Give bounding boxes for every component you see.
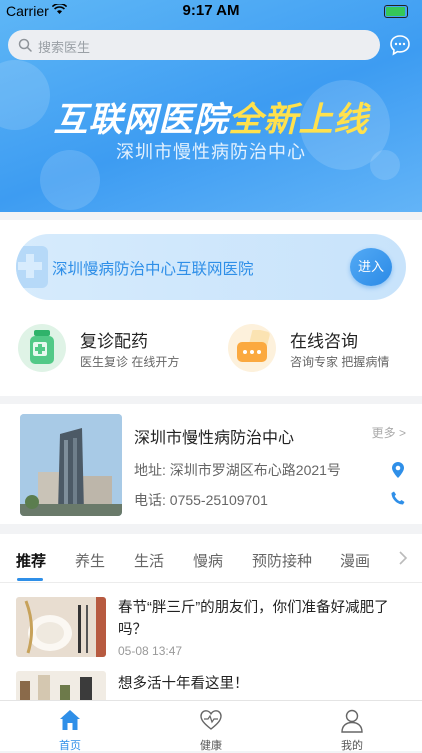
service-desc: 咨询专家 把握病情 bbox=[290, 355, 390, 369]
hero-title: 互联网医院全新上线 bbox=[0, 92, 422, 141]
center-address: 地址: 深圳市罗湖区布心路2021号 bbox=[134, 462, 341, 478]
home-icon bbox=[60, 710, 80, 730]
service-title: 在线咨询 bbox=[290, 332, 358, 351]
article-date: 05-08 13:47 bbox=[118, 644, 183, 658]
article-title: 春节“胖三斤”的朋友们，你们准备好减肥了吗？ bbox=[118, 600, 389, 638]
service-desc: 医生复诊 在线开方 bbox=[80, 355, 180, 369]
tab-life[interactable]: 生活 bbox=[134, 550, 164, 571]
tab-recommend[interactable]: 推荐 bbox=[16, 550, 46, 571]
search-placeholder: 搜索医生 bbox=[38, 40, 91, 55]
status-time: 9:17 AM bbox=[182, 2, 240, 19]
status-bar: Carrier 9:17 AM bbox=[0, 0, 422, 22]
tab-comics[interactable]: 漫画 bbox=[340, 550, 370, 571]
battery-icon bbox=[384, 5, 408, 18]
banner-text: 深圳慢病防治中心互联网医院 bbox=[52, 261, 254, 278]
enter-button[interactable]: 进入 bbox=[350, 248, 392, 286]
tabbar-home[interactable]: 首页 bbox=[0, 701, 140, 752]
hospital-entry-banner[interactable]: 深圳慢病防治中心互联网医院 进入 bbox=[16, 234, 406, 300]
center-building-photo bbox=[20, 414, 122, 516]
hero-title-part2: 全新上线 bbox=[228, 101, 369, 139]
tab-chronic-disease[interactable]: 慢病 bbox=[193, 550, 223, 571]
active-tab-indicator bbox=[17, 578, 43, 581]
user-icon bbox=[341, 709, 363, 733]
service-title: 复诊配药 bbox=[80, 332, 148, 351]
service-card: 深圳慢病防治中心互联网医院 进入 复诊配药 医生复诊 在线开方 在线咨询 咨询专… bbox=[0, 220, 422, 396]
search-icon bbox=[18, 38, 32, 52]
category-tabs: 推荐 养生 生活 慢病 预防接种 漫画 bbox=[0, 534, 422, 583]
tab-health-preservation[interactable]: 养生 bbox=[75, 550, 105, 571]
tabbar-health[interactable]: 健康 bbox=[141, 701, 281, 752]
center-name: 深圳市慢性病防治中心 bbox=[134, 430, 295, 447]
medicine-bottle-icon bbox=[18, 324, 66, 372]
phone-icon[interactable] bbox=[391, 491, 405, 505]
message-icon[interactable] bbox=[389, 34, 411, 56]
tab-vaccination[interactable]: 预防接种 bbox=[252, 550, 312, 571]
chevron-right-icon[interactable] bbox=[398, 551, 408, 565]
article-thumbnail bbox=[16, 671, 106, 703]
consult-chat-icon bbox=[228, 324, 276, 372]
hero-title-part1: 互联网医院 bbox=[53, 101, 229, 139]
tabbar-label: 健康 bbox=[200, 740, 222, 752]
bottom-tab-bar: 首页 健康 我的 bbox=[0, 700, 422, 752]
center-info-card[interactable]: 深圳市慢性病防治中心 更多 > 地址: 深圳市罗湖区布心路2021号 电话: 0… bbox=[0, 404, 422, 524]
more-link[interactable]: 更多 > bbox=[372, 424, 406, 441]
location-icon[interactable] bbox=[392, 462, 404, 478]
hero-subtitle: 深圳市慢性病防治中心 bbox=[116, 142, 306, 162]
center-phone: 电话: 0755-25109701 bbox=[134, 492, 268, 508]
tabbar-profile[interactable]: 我的 bbox=[282, 701, 422, 752]
article-feed: 春节“胖三斤”的朋友们，你们准备好减肥了吗？ 05-08 13:47 想多活十年… bbox=[0, 583, 422, 703]
search-bar[interactable]: 搜索医生 bbox=[8, 30, 380, 60]
tabbar-label: 首页 bbox=[59, 740, 81, 752]
tabbar-label: 我的 bbox=[341, 740, 363, 752]
article-thumbnail bbox=[16, 597, 106, 657]
hero-banner: Carrier 9:17 AM 搜索医生 互联网医院全新上线 深圳市慢性病防治中… bbox=[0, 0, 422, 212]
heart-icon bbox=[200, 710, 222, 730]
article-title: 想多活十年看这里！ bbox=[118, 676, 249, 692]
